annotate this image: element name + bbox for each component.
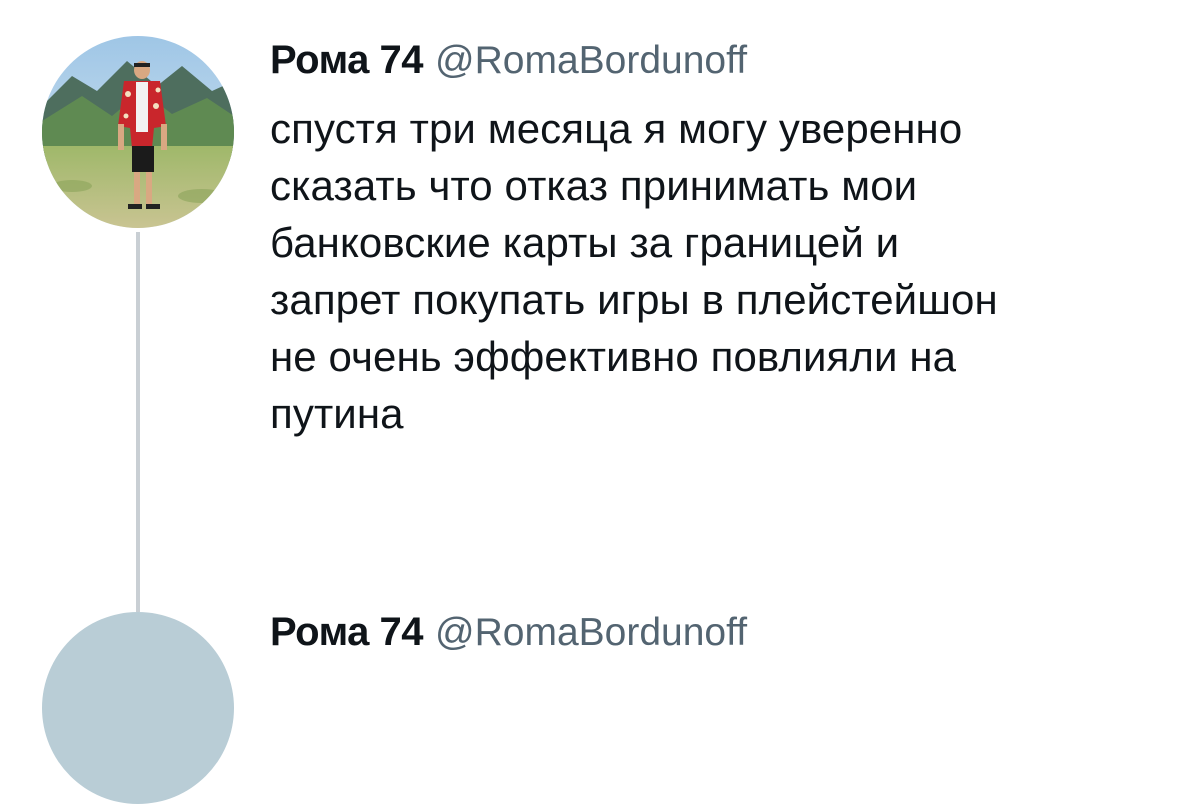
tweet-text: спустя три месяца я могу уверенно сказат…: [270, 105, 998, 437]
avatar-photo: [42, 36, 234, 228]
next-tweet-header: Рома 74 @RomaBordunoff: [270, 606, 747, 658]
avatar[interactable]: [42, 36, 234, 228]
thread-connector-line: [136, 232, 140, 612]
display-name[interactable]: Рома 74: [270, 38, 424, 82]
next-display-name[interactable]: Рома 74: [270, 610, 424, 654]
tweet[interactable]: Рома 74 @RomaBordunoff спустя три месяца …: [0, 0, 1200, 804]
tweet-header: Рома 74 @RomaBordunoff: [270, 34, 747, 86]
next-tweet-avatar[interactable]: [42, 612, 234, 804]
next-user-handle[interactable]: @RomaBordunoff: [435, 611, 747, 654]
user-handle[interactable]: @RomaBordunoff: [435, 39, 747, 82]
